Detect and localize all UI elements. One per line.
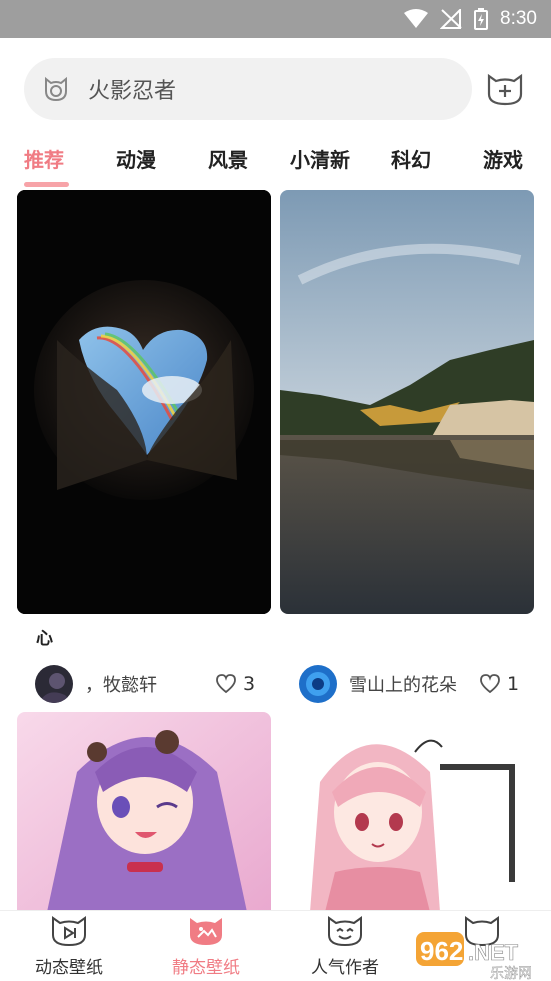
tab-games[interactable]: 游戏 [483,144,523,173]
wallpaper-card-lake[interactable] [280,190,534,614]
search-row: 火影忍者 [0,38,551,138]
like-count: 1 [507,673,520,695]
wallpaper-card-anime-2[interactable] [280,712,534,912]
play-cat-icon [52,916,86,947]
anime-girl-pink-image [280,712,534,912]
card-author-row[interactable]: 雪山上的花朵 [299,665,457,703]
lake-image [280,190,534,614]
nav-label: 人气作者 [311,958,379,978]
nav-popular-authors[interactable]: 人气作者 [290,915,400,978]
heart-icon [480,674,500,694]
active-tab-indicator [24,182,69,187]
svg-text:.NET: .NET [468,940,519,965]
heart-icon [216,674,236,694]
svg-text:乐游网: 乐游网 [490,966,532,980]
status-time: 8:30 [500,8,537,29]
anime-girl-image [17,712,271,912]
status-bar: 8:30 [0,0,551,38]
tab-scenery[interactable]: 风景 [208,144,248,173]
tab-recommend[interactable]: 推荐 [24,144,64,173]
like-button[interactable]: 3 [215,673,255,695]
tab-scifi[interactable]: 科幻 [391,144,431,173]
avatar [299,665,337,703]
cat-search-icon [45,76,67,102]
heart-rainbow-image [17,190,271,614]
svg-text:962: 962 [420,936,463,966]
tab-fresh[interactable]: 小清新 [290,144,350,173]
search-input[interactable]: 火影忍者 [24,58,472,120]
nav-label: 动态壁纸 [35,958,103,978]
smile-cat-icon [328,916,362,947]
no-signal-icon [440,9,462,29]
author-name: 雪山上的花朵 [349,675,457,696]
nav-dynamic-wallpaper[interactable]: 动态壁纸 [14,915,124,978]
tab-anime[interactable]: 动漫 [116,144,156,173]
author-name: ，牧懿轩 [85,675,157,696]
card-author-row[interactable]: ，牧懿轩 [35,665,157,703]
card-title: 心 [36,629,53,649]
battery-icon [474,8,489,30]
wifi-icon [404,9,429,28]
avatar [35,665,73,703]
like-button[interactable]: 1 [479,673,519,695]
962-net-watermark-logo: 962 .NET 乐游网 [416,932,532,980]
wallpaper-card-heart[interactable] [17,190,271,614]
nav-static-wallpaper[interactable]: 静态壁纸 [151,915,261,978]
nav-label: 静态壁纸 [172,958,240,978]
category-tabs: 推荐 动漫 风景 小清新 科幻 游戏 [0,140,551,190]
search-placeholder: 火影忍者 [88,79,177,104]
like-count: 3 [243,673,256,695]
add-cat-button[interactable] [486,72,524,106]
wallpaper-card-anime-1[interactable] [17,712,271,912]
image-cat-icon [190,918,222,945]
